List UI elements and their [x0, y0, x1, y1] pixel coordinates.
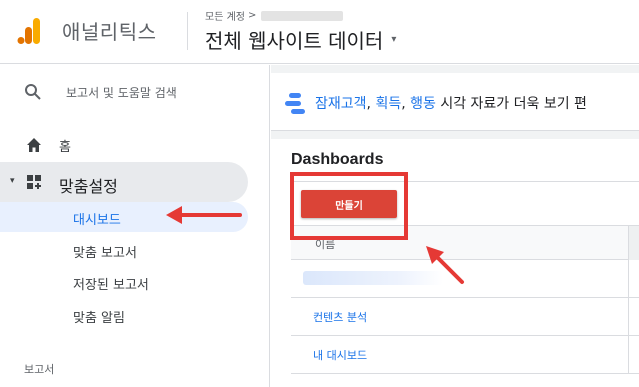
top-header: 애널리틱스 모든 계정 > 전체 웹사이트 데이터 ▾ [0, 0, 639, 64]
sidebar-subitem-label: 대시보드 [73, 213, 121, 228]
home-icon [27, 138, 41, 152]
page-title: Dashboards [291, 151, 384, 168]
behavior-link[interactable]: 행동 [410, 96, 436, 112]
arrow-annotation-icon [426, 246, 464, 284]
app-name: 애널리틱스 [62, 20, 157, 44]
table-row: 내 대시보드 [291, 336, 639, 374]
sidebar-item-customization[interactable]: ▾ 맞춤설정 [0, 162, 248, 202]
banner-rest-text: 시각 자료가 더욱 보기 편 [435, 96, 587, 112]
sidebar-search[interactable]: 보고서 및 도움말 검색 [0, 65, 270, 121]
arrow-annotation-icon [166, 206, 242, 224]
view-name: 전체 웹사이트 데이터 [205, 29, 384, 53]
search-label: 보고서 및 도움말 검색 [66, 86, 177, 100]
sidebar-item-home[interactable]: 홈 [0, 127, 270, 163]
expand-caret-icon: ▾ [10, 176, 15, 186]
insights-bars-icon [285, 93, 305, 114]
redacted-account-name [261, 10, 344, 21]
dashboard-link-content-analysis[interactable]: 컨텐츠 분석 [313, 309, 367, 325]
acquisition-link[interactable]: 획득 [375, 96, 401, 112]
header-divider [187, 12, 188, 50]
sidebar-item-saved-reports[interactable]: 저장된 보고서 [0, 267, 248, 297]
banner-separator: , [401, 96, 411, 112]
promo-banner[interactable]: 잠재고객, 획득, 행동 시각 자료가 더욱 보기 편 [271, 73, 639, 131]
sidebar-subitem-label: 저장된 보고서 [73, 278, 149, 293]
analytics-logo-icon[interactable] [16, 16, 42, 46]
highlight-box-annotation [290, 172, 408, 240]
sidebar-section-reports: 보고서 [24, 363, 55, 376]
sidebar-subitem-label: 맞춤 보고서 [73, 246, 137, 261]
dashboard-grid-icon [27, 175, 41, 189]
dashboard-link-my-dashboard[interactable]: 내 대시보드 [313, 347, 367, 363]
sidebar-item-label: 홈 [59, 139, 71, 155]
table-row: 컨텐츠 분석 [291, 298, 639, 336]
view-selector[interactable]: 전체 웹사이트 데이터 ▾ [205, 25, 396, 54]
breadcrumb-separator: > [247, 10, 257, 21]
column-header-next [628, 226, 639, 260]
table-cell-next [628, 260, 639, 298]
analytics-page: 애널리틱스 모든 계정 > 전체 웹사이트 데이터 ▾ 보고서 및 도움말 검색… [0, 0, 639, 387]
search-icon [25, 84, 41, 100]
banner-text: 잠재고객, 획득, 행동 시각 자료가 더욱 보기 편 [315, 93, 587, 113]
sidebar-subitem-label: 맞춤 알림 [73, 311, 125, 326]
account-breadcrumb[interactable]: 모든 계정 > [205, 8, 344, 23]
sidebar-item-custom-reports[interactable]: 맞춤 보고서 [0, 235, 248, 265]
sidebar-item-custom-alerts[interactable]: 맞춤 알림 [0, 300, 248, 330]
table-cell-next [628, 298, 639, 336]
account-prefix: 모든 계정 [205, 12, 245, 23]
audience-link[interactable]: 잠재고객 [315, 96, 367, 112]
table-cell-next [628, 336, 639, 374]
sidebar-item-label: 맞춤설정 [59, 177, 118, 196]
chevron-down-icon: ▾ [391, 34, 397, 45]
